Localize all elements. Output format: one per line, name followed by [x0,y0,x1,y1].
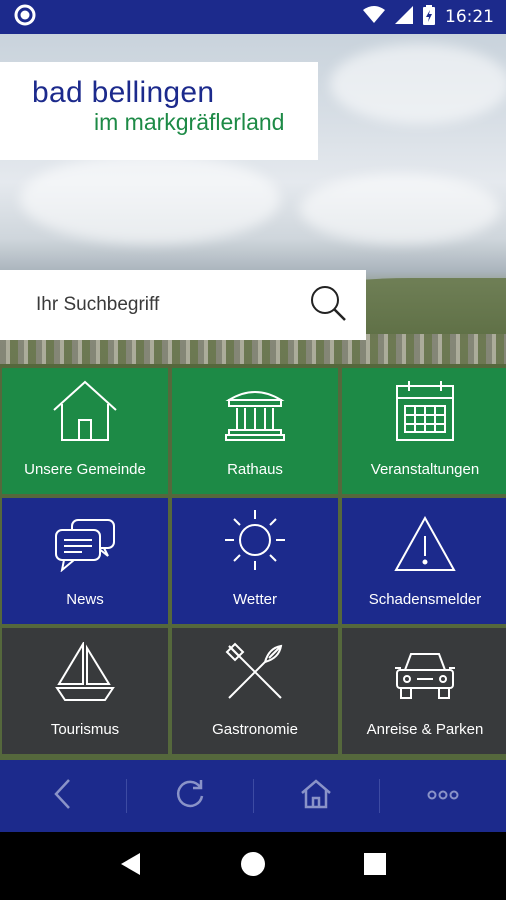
more-button[interactable] [380,760,506,832]
signal-icon [395,5,413,29]
tile-label: News [66,591,104,608]
tile-gastronomie[interactable]: Gastronomie [172,628,338,754]
tile-label: Anreise & Parken [366,721,484,738]
back-icon [53,778,73,815]
logo-title: bad bellingen [32,76,215,109]
logo-subtitle: im markgräflerland [94,109,285,135]
tile-label: Veranstaltungen [370,461,480,478]
tile-unsere-gemeinde[interactable]: Unsere Gemeinde [2,368,168,494]
status-time: 16:21 [445,7,494,27]
wifi-icon [363,5,385,29]
car-icon [395,648,455,721]
fork-knife-icon [225,642,285,721]
search-placeholder[interactable]: Ihr Suchbegriff [36,294,159,316]
warning-icon [394,515,456,591]
notification-circle-icon [14,4,36,31]
reload-icon [174,778,206,815]
reload-button[interactable] [127,760,253,832]
logo: bad bellingen im markgräflerland [0,62,318,160]
tile-tourismus[interactable]: Tourismus [2,628,168,754]
more-icon [427,787,459,805]
search-icon[interactable] [308,283,348,328]
chat-bubbles-icon [54,518,116,591]
system-recents-button[interactable] [355,846,395,886]
sailboat-icon [55,640,115,721]
home-icon [300,778,332,815]
tile-grid: Unsere Gemeinde Rathaus Veranstaltungen … [0,364,506,760]
system-back-button[interactable] [111,846,151,886]
home-button[interactable] [254,760,380,832]
battery-charging-icon [423,4,435,30]
house-icon [52,380,118,461]
tile-anreise-parken[interactable]: Anreise & Parken [342,628,506,754]
back-button[interactable] [0,760,126,832]
back-triangle-icon [120,852,142,881]
town-hall-icon [225,386,285,461]
tile-wetter[interactable]: Wetter [172,498,338,624]
tile-rathaus[interactable]: Rathaus [172,368,338,494]
home-circle-icon [240,851,266,882]
tile-label: Unsere Gemeinde [24,461,146,478]
tile-label: Gastronomie [212,721,298,738]
recents-square-icon [364,852,386,880]
tile-news[interactable]: News [2,498,168,624]
tile-label: Schadensmelder [368,591,482,608]
tile-schadensmelder[interactable]: Schadensmelder [342,498,506,624]
tile-veranstaltungen[interactable]: Veranstaltungen [342,368,506,494]
bottom-toolbar [0,760,506,832]
calendar-icon [395,380,455,461]
search-input[interactable]: Ihr Suchbegriff [0,270,366,340]
android-navigation-bar [0,832,506,900]
tile-label: Tourismus [50,721,120,738]
system-home-button[interactable] [233,846,273,886]
status-bar: 16:21 [0,0,506,34]
hero-image: bad bellingen im markgräflerland Ihr Suc… [0,34,506,364]
tile-label: Rathaus [227,461,283,478]
sun-icon [223,508,287,591]
tile-label: Wetter [233,591,277,608]
